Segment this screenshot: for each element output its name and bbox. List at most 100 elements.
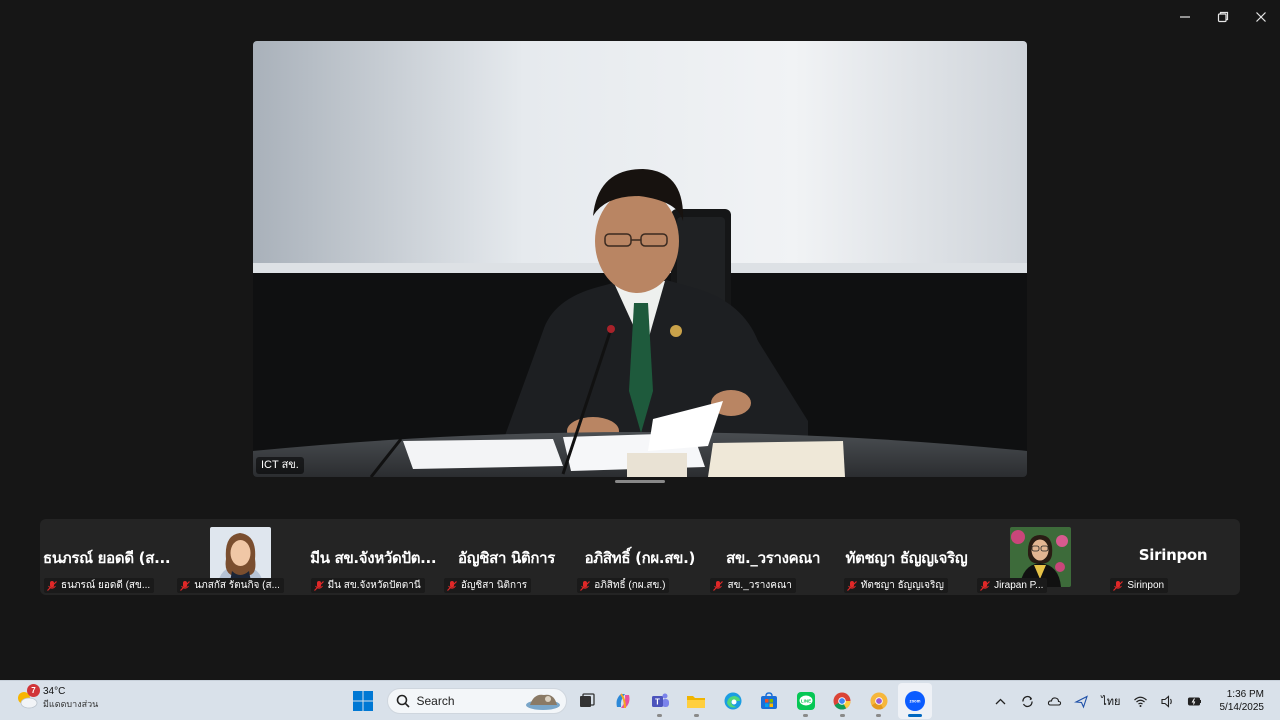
restore-button[interactable] <box>1204 0 1242 34</box>
clock-time: 1:36 PM <box>1226 689 1264 700</box>
mic-muted-icon <box>1113 580 1124 591</box>
line-button[interactable]: LINE <box>789 683 823 719</box>
mic-muted-icon <box>713 580 724 591</box>
show-hidden-icons-button[interactable] <box>987 681 1014 720</box>
start-icon <box>353 691 373 711</box>
weather-widget[interactable]: 7 34°C มีแดดบางส่วน <box>14 684 98 711</box>
running-indicator <box>839 714 845 717</box>
minimize-icon <box>1180 16 1190 18</box>
edge-icon <box>724 692 741 710</box>
speaker-video-frame <box>253 41 1027 477</box>
cloud-icon <box>1048 696 1062 706</box>
participant-label-text: มีน สข.จังหวัดปัตตานี <box>327 580 421 591</box>
start-button[interactable] <box>346 683 380 719</box>
clock[interactable]: 1:36 PM 5/14/2025 <box>1208 688 1280 714</box>
search-placeholder: Search <box>416 694 455 708</box>
svg-text:T: T <box>655 698 660 707</box>
participant-tile[interactable]: มีน สข.จังหวัดปัต... มีน สข.จังหวัดปัตตา… <box>307 519 440 595</box>
participant-tile[interactable]: สข._วรางคณา สข._วรางคณา <box>706 519 839 595</box>
search-highlight-icon <box>525 694 560 710</box>
participant-name-label: นภสกัส รัตนกิจ (ส... <box>177 578 284 593</box>
participant-display-name: ธนภรณ์ ยอดดี (ส... <box>42 549 171 567</box>
participant-display-name: ทัตชญา ธัญญเจริญ <box>845 549 968 567</box>
mic-muted-icon <box>980 580 991 591</box>
teams-button[interactable]: T <box>643 683 677 719</box>
svg-text:LINE: LINE <box>800 699 810 704</box>
copilot-button[interactable] <box>606 683 640 719</box>
speaker-icon <box>1160 694 1172 708</box>
participant-label-text: ทัตชญา ธัญญเจริญ <box>860 580 944 591</box>
chrome-icon <box>833 692 851 710</box>
mic-muted-icon <box>846 580 857 591</box>
onedrive-tray-button[interactable] <box>1041 681 1068 720</box>
microsoft-store-button[interactable] <box>752 683 786 719</box>
minimize-button[interactable] <box>1166 0 1204 34</box>
running-indicator <box>803 714 808 717</box>
windows-taskbar: 7 34°C มีแดดบางส่วน Search T LINE zoom ไ… <box>0 680 1280 720</box>
mic-muted-icon <box>446 580 457 591</box>
participant-label-text: สข._วรางคณา <box>727 580 792 591</box>
copilot-icon <box>616 693 630 709</box>
participant-tile[interactable]: ธนภรณ์ ยอดดี (ส... ธนภรณ์ ยอดดี (สข... <box>40 519 173 595</box>
participant-tile[interactable]: อัญชิสา นิติการ อัญชิสา นิติการ <box>440 519 573 595</box>
partly-sunny-icon: 7 <box>14 684 40 711</box>
participant-name-label: มีน สข.จังหวัดปัตตานี <box>310 578 425 593</box>
window-controls <box>1166 0 1280 34</box>
input-language-button[interactable]: ไทย <box>1095 681 1126 720</box>
zoom-icon: zoom <box>905 691 925 711</box>
participant-display-name: อภิสิทธิ์ (กผ.สข.) <box>584 549 696 567</box>
speaker-name-label: ICT สข. <box>256 457 304 474</box>
participant-tile[interactable]: นภสกัส รัตนกิจ (ส... <box>173 519 306 595</box>
sync-tray-button[interactable] <box>1014 681 1041 720</box>
line-icon: LINE <box>796 692 815 710</box>
wifi-icon <box>1133 696 1147 707</box>
participant-name-label: ธนภรณ์ ยอดดี (สข... <box>44 578 155 593</box>
teams-icon: T <box>651 693 669 707</box>
participant-tile[interactable]: อภิสิทธิ์ (กผ.สข.) อภิสิทธิ์ (กผ.สข.) <box>573 519 706 595</box>
send-icon <box>1074 694 1089 709</box>
zoom-button[interactable]: zoom <box>898 683 932 719</box>
running-indicator <box>908 714 922 717</box>
running-indicator <box>657 714 662 717</box>
participant-label-text: Jirapan P... <box>994 580 1044 591</box>
mic-muted-icon <box>580 580 591 591</box>
mic-muted-icon <box>47 580 57 591</box>
active-speaker-video[interactable]: ICT สข. <box>253 41 1027 477</box>
volume-button[interactable] <box>1154 681 1181 720</box>
gallery-resize-handle[interactable] <box>615 480 665 483</box>
weather-alert-badge: 7 <box>27 684 40 697</box>
sync-icon <box>1022 695 1033 707</box>
participant-display-name: มีน สข.จังหวัดปัต... <box>310 549 437 567</box>
restore-icon <box>1217 11 1229 23</box>
participant-display-name: Sirinpon <box>1138 546 1208 564</box>
task-view-button[interactable] <box>570 683 604 719</box>
chrome-canary-button[interactable] <box>862 683 896 719</box>
battery-charging-icon <box>1187 696 1201 706</box>
mic-muted-icon <box>313 580 324 591</box>
chrome-canary-icon <box>870 692 887 710</box>
chrome-button[interactable] <box>825 683 859 719</box>
search-icon <box>396 694 410 708</box>
running-indicator <box>876 714 881 717</box>
taskbar-search[interactable]: Search <box>386 688 567 714</box>
participant-tile[interactable]: Jirapan P... <box>973 519 1106 595</box>
weather-text: 34°C มีแดดบางส่วน <box>43 686 98 710</box>
location-tray-button[interactable] <box>1068 681 1095 720</box>
battery-button[interactable] <box>1181 681 1208 720</box>
edge-button[interactable] <box>716 683 750 719</box>
zoom-meeting-window: ICT สข. ธนภรณ์ ยอดดี (ส... ธนภรณ์ ยอดดี … <box>0 0 1280 720</box>
participant-label-text: Sirinpon <box>1127 580 1165 591</box>
participant-name-label: อัญชิสา นิติการ <box>443 578 532 593</box>
participant-tile[interactable]: Sirinpon Sirinpon <box>1106 519 1239 595</box>
mic-muted-icon <box>180 580 191 591</box>
participant-label-text: ธนภรณ์ ยอดดี (สข... <box>61 580 151 591</box>
participant-label-text: อัญชิสา นิติการ <box>460 580 528 591</box>
network-button[interactable] <box>1127 681 1154 720</box>
participant-tile[interactable]: ทัตชญา ธัญญเจริญ ทัตชญา ธัญญเจริญ <box>840 519 973 595</box>
participant-name-label: สข._วรางคณา <box>710 578 796 593</box>
participant-name-label: Jirapan P... <box>977 578 1048 593</box>
microsoft-store-icon <box>761 692 777 709</box>
participant-name-label: อภิสิทธิ์ (กผ.สข.) <box>577 578 670 593</box>
close-button[interactable] <box>1242 0 1280 34</box>
file-explorer-button[interactable] <box>679 683 713 719</box>
